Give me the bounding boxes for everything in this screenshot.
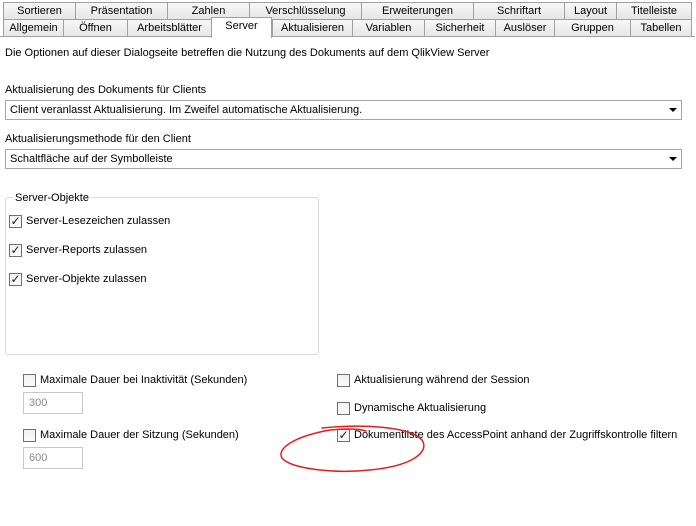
tab-row-top: Sortieren Präsentation Zahlen Verschlüss… (0, 2, 696, 19)
filter-doclist-label: Dokumentliste des AccessPoint anhand der… (354, 429, 678, 441)
tab-gruppen[interactable]: Gruppen (554, 19, 630, 36)
tab-allgemein[interactable]: Allgemein (3, 19, 63, 36)
tab-row-bottom: Allgemein Öffnen Arbeitsblätter Server A… (0, 17, 696, 38)
filter-doclist-checkbox[interactable]: ✓ (337, 428, 350, 442)
server-objects-checkbox[interactable]: ✓ (9, 272, 22, 286)
tab-ausloeser[interactable]: Auslöser (495, 19, 554, 36)
tab-tabellen[interactable]: Tabellen (630, 19, 692, 36)
checkmark-icon: ✓ (338, 428, 349, 442)
dynamic-update-label: Dynamische Aktualisierung (354, 402, 487, 414)
update-during-session-checkbox[interactable] (337, 374, 350, 387)
intro-text: Die Optionen auf dieser Dialogseite betr… (5, 47, 490, 59)
chevron-down-icon (669, 108, 677, 112)
server-bookmarks-checkbox[interactable]: ✓ (9, 214, 22, 228)
tab-aktualisieren[interactable]: Aktualisieren (272, 19, 352, 36)
inactivity-checkbox[interactable] (23, 374, 36, 387)
chevron-down-icon (669, 157, 677, 161)
server-reports-label: Server-Reports zulassen (26, 244, 148, 256)
tab-layout[interactable]: Layout (564, 2, 616, 19)
checkmark-icon: ✓ (10, 214, 21, 228)
inactivity-label: Maximale Dauer bei Inaktivität (Sekunden… (40, 374, 248, 386)
server-reports-checkbox[interactable]: ✓ (9, 243, 22, 257)
tab-sicherheit[interactable]: Sicherheit (424, 19, 495, 36)
refresh-clients-dropdown[interactable]: Client veranlasst Aktualisierung. Im Zwe… (5, 100, 682, 120)
session-duration-checkbox[interactable] (23, 429, 36, 442)
server-objects-title: Server-Objekte (13, 192, 91, 204)
refresh-clients-value: Client veranlasst Aktualisierung. Im Zwe… (10, 104, 363, 116)
tab-content-panel: Die Optionen auf dieser Dialogseite betr… (0, 36, 695, 526)
tab-server[interactable]: Server (211, 17, 272, 38)
tab-oeffnen[interactable]: Öffnen (63, 19, 127, 36)
tab-sortieren[interactable]: Sortieren (3, 2, 75, 19)
tab-schriftart[interactable]: Schriftart (473, 2, 564, 19)
checkmark-icon: ✓ (10, 243, 21, 257)
refresh-clients-label: Aktualisierung des Dokuments für Clients (5, 84, 207, 96)
server-bookmarks-label: Server-Lesezeichen zulassen (26, 215, 171, 227)
session-duration-label: Maximale Dauer der Sitzung (Sekunden) (40, 429, 239, 441)
checkmark-icon: ✓ (10, 272, 21, 286)
session-duration-value: 600 (29, 452, 48, 464)
inactivity-input[interactable]: 300 (23, 392, 83, 414)
tab-titelleiste[interactable]: Titelleiste (616, 2, 692, 19)
refresh-method-dropdown[interactable]: Schaltfläche auf der Symbolleiste (5, 149, 682, 169)
refresh-method-label: Aktualisierungsmethode für den Client (5, 133, 191, 145)
tab-arbeitsblaetter[interactable]: Arbeitsblätter (127, 19, 211, 36)
dynamic-update-checkbox[interactable] (337, 402, 350, 415)
inactivity-value: 300 (29, 397, 48, 409)
tab-erweiterungen[interactable]: Erweiterungen (361, 2, 473, 19)
refresh-method-value: Schaltfläche auf der Symbolleiste (10, 153, 173, 165)
tab-variablen[interactable]: Variablen (352, 19, 424, 36)
server-objects-label: Server-Objekte zulassen (26, 273, 147, 285)
tab-praesentation[interactable]: Präsentation (75, 2, 167, 19)
update-during-session-label: Aktualisierung während der Session (354, 374, 530, 386)
session-duration-input[interactable]: 600 (23, 447, 83, 469)
